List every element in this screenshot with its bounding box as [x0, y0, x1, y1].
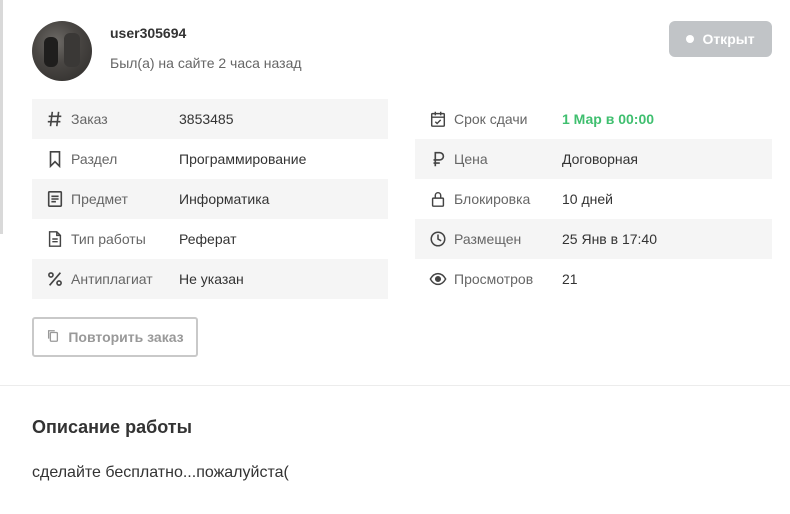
detail-row-section: Раздел Программирование — [32, 139, 388, 179]
detail-value: Программирование — [179, 151, 307, 167]
description-title: Описание работы — [32, 417, 192, 437]
percent-icon — [45, 269, 65, 289]
repeat-order-button[interactable]: Повторить заказ — [32, 317, 198, 357]
status-dot-icon — [686, 35, 695, 43]
section-divider — [0, 385, 790, 386]
detail-label: Срок сдачи — [454, 111, 528, 127]
detail-row-order: Заказ 3853485 — [32, 99, 388, 139]
detail-row-views: Просмотров 21 — [415, 259, 772, 299]
description-text: сделайте бесплатно...пожалуйста( — [32, 464, 289, 481]
detail-label: Заказ — [71, 111, 108, 127]
detail-label: Тип работы — [71, 231, 146, 247]
order-details-right: Срок сдачи 1 Мар в 00:00 Цена Договорная… — [415, 99, 772, 299]
eye-icon — [428, 269, 448, 289]
detail-label: Просмотров — [454, 271, 534, 287]
detail-label: Раздел — [71, 151, 118, 167]
detail-label: Предмет — [71, 191, 128, 207]
detail-label: Блокировка — [454, 191, 531, 207]
detail-value: 25 Янв в 17:40 — [562, 231, 657, 247]
copy-icon — [46, 329, 60, 346]
detail-row-antiplagiarism: Антиплагиат Не указан — [32, 259, 388, 299]
detail-row-work-type: Тип работы Реферат — [32, 219, 388, 259]
lock-icon — [428, 189, 448, 209]
detail-label: Размещен — [454, 231, 522, 247]
scroll-edge — [0, 0, 3, 234]
detail-value: 10 дней — [562, 191, 613, 207]
book-icon — [45, 189, 65, 209]
detail-value: Не указан — [179, 271, 244, 287]
ruble-icon — [428, 149, 448, 169]
document-icon — [45, 229, 65, 249]
status-button[interactable]: Открыт — [669, 21, 772, 57]
detail-row-subject: Предмет Информатика — [32, 179, 388, 219]
repeat-order-label: Повторить заказ — [68, 329, 184, 345]
detail-value: Реферат — [179, 231, 237, 247]
order-details-left: Заказ 3853485 Раздел Программирование Пр… — [32, 99, 388, 299]
avatar[interactable] — [32, 21, 92, 81]
detail-value: 21 — [562, 271, 578, 287]
hash-icon — [45, 109, 65, 129]
username[interactable]: user305694 — [110, 25, 186, 41]
detail-value: Информатика — [179, 191, 270, 207]
status-button-label: Открыт — [702, 31, 755, 47]
detail-label: Цена — [454, 151, 488, 167]
calendar-check-icon — [428, 109, 448, 129]
detail-row-deadline: Срок сдачи 1 Мар в 00:00 — [415, 99, 772, 139]
detail-row-price: Цена Договорная — [415, 139, 772, 179]
detail-label: Антиплагиат — [71, 271, 153, 287]
detail-value: Договорная — [562, 151, 638, 167]
deadline-value: 1 Мар в 00:00 — [562, 111, 655, 127]
clock-icon — [428, 229, 448, 249]
detail-row-lock: Блокировка 10 дней — [415, 179, 772, 219]
bookmark-icon — [45, 149, 65, 169]
detail-value: 3853485 — [179, 111, 234, 127]
detail-row-posted: Размещен 25 Янв в 17:40 — [415, 219, 772, 259]
last-seen-text: Был(а) на сайте 2 часа назад — [110, 55, 302, 71]
